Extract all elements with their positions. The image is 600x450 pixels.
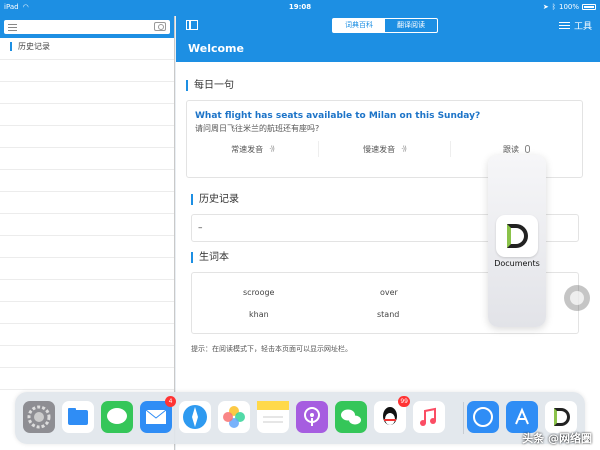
settings-icon[interactable] <box>23 401 55 433</box>
tools-button[interactable]: 工具 <box>558 19 592 32</box>
welcome-banner: Welcome <box>176 36 600 62</box>
left-toolbar <box>0 16 174 38</box>
assistive-touch-button[interactable] <box>564 285 590 311</box>
vocab-word[interactable]: stand <box>377 310 399 319</box>
dock: 4 99 <box>15 392 585 444</box>
status-bar: iPad ◠ 19:08 ➤ ᛒ 100% <box>0 0 600 16</box>
normal-speed-button[interactable]: 常速发音 ·)) <box>187 141 319 157</box>
documents-app-icon[interactable] <box>496 215 538 257</box>
battery-percent: 100% <box>558 3 579 11</box>
microphone-icon <box>525 145 530 153</box>
mode-segmented-control: 词典百科 翻译阅读 <box>332 18 438 33</box>
camera-icon[interactable] <box>154 22 166 31</box>
podcasts-icon[interactable] <box>296 401 328 433</box>
qq-badge: 99 <box>398 396 410 407</box>
tools-label: 工具 <box>573 22 592 32</box>
music-icon[interactable] <box>413 401 445 433</box>
repeat-after-label: 跟读 <box>503 144 519 154</box>
slide-over-app-card[interactable]: Documents <box>488 155 546 327</box>
translate-app-icon[interactable] <box>467 401 499 433</box>
normal-speed-label: 常速发音 <box>231 144 264 154</box>
vocab-word[interactable]: over <box>380 288 398 297</box>
location-icon: ➤ <box>542 3 549 11</box>
left-panel: 历史记录 <box>0 16 175 450</box>
slow-speed-label: 慢速发音 <box>363 144 396 154</box>
sentence-chinese: 请问周日飞往米兰的航班还有座吗? <box>195 124 320 133</box>
dock-separator <box>463 402 464 434</box>
status-right: ➤ ᛒ 100% <box>543 3 596 11</box>
mail-badge: 4 <box>165 396 176 407</box>
speaker-icon: ·)) <box>401 145 407 153</box>
bluetooth-icon: ᛒ <box>551 3 556 11</box>
notes-icon[interactable] <box>257 401 289 433</box>
search-input[interactable] <box>4 20 170 34</box>
slow-speed-button[interactable]: 慢速发音 ·)) <box>319 141 451 157</box>
qq-icon[interactable]: 99 <box>374 396 410 433</box>
files-icon[interactable] <box>62 401 94 433</box>
mail-icon[interactable]: 4 <box>140 396 176 433</box>
history-list[interactable]: 历史记录 <box>0 38 174 398</box>
wechat-icon[interactable] <box>335 401 367 433</box>
vocab-word[interactable]: scrooge <box>243 288 274 297</box>
history-list-title: 历史记录 <box>10 42 50 51</box>
tab-translate[interactable]: 翻译阅读 <box>385 19 437 32</box>
watermark: 头条 @网络圈 <box>522 432 592 445</box>
vocabulary-title: 生词本 <box>191 252 229 263</box>
speaker-icon: ·)) <box>269 145 275 153</box>
list-icon <box>558 21 570 31</box>
history-placeholder: – <box>198 223 203 233</box>
history-title: 历史记录 <box>191 194 239 205</box>
sentence-english[interactable]: What flight has seats available to Milan… <box>195 111 480 121</box>
tab-dictionary[interactable]: 词典百科 <box>333 19 385 32</box>
sidebar-toggle-icon[interactable] <box>186 20 198 30</box>
daily-sentence-title: 每日一句 <box>186 80 234 91</box>
documents-icon[interactable] <box>545 401 577 433</box>
menu-icon[interactable] <box>8 23 17 33</box>
vocab-word[interactable]: khan <box>249 310 269 319</box>
safari-icon[interactable] <box>179 401 211 433</box>
tip-text: 提示：在阅读模式下，轻击本页面可以显示网址栏。 <box>191 345 352 353</box>
documents-app-label: Documents <box>494 259 540 268</box>
battery-icon <box>582 4 596 10</box>
messages-icon[interactable] <box>101 401 133 433</box>
photos-icon[interactable] <box>218 401 250 433</box>
status-time: 19:08 <box>288 3 312 11</box>
main-toolbar: 词典百科 翻译阅读 工具 <box>176 16 600 36</box>
app-store-icon[interactable] <box>506 401 538 433</box>
